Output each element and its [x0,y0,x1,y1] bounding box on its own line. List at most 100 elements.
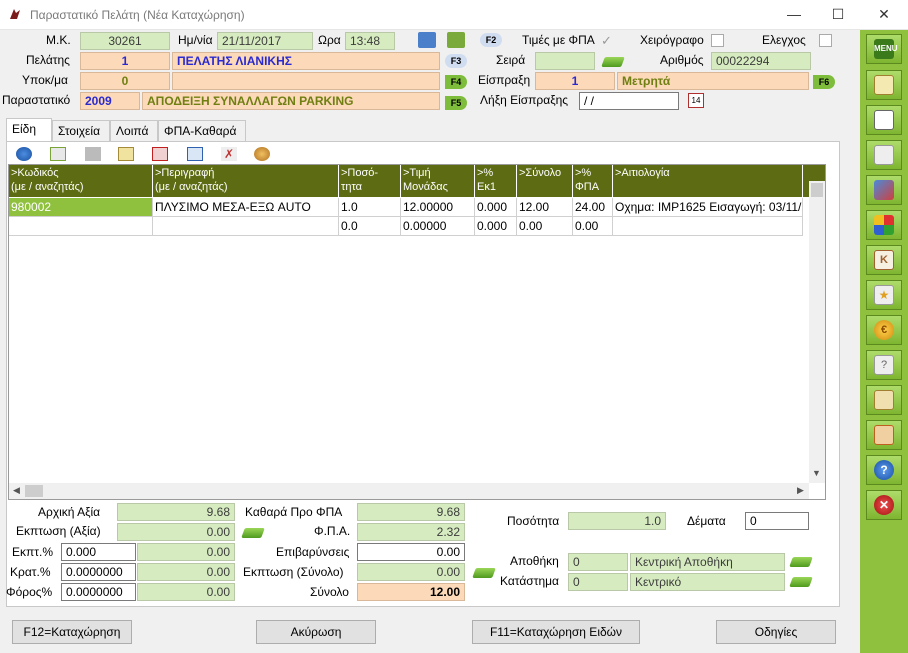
total-discount-field[interactable]: 0.00 [357,563,465,581]
scroll-left-icon[interactable]: ◀ [13,485,20,496]
calendar-icon[interactable]: 14 [688,93,704,108]
discount-lookup-icon[interactable] [241,528,265,538]
col-code[interactable]: >Κωδικός (με / αναζητάς) [9,165,153,197]
sidebar-help-button[interactable]: ? [866,455,902,485]
sidebar-info-button[interactable] [866,105,902,135]
packages-field[interactable]: 0 [745,512,809,530]
table-cell[interactable]: 0.000 [475,198,517,217]
tools-icon[interactable] [85,147,101,161]
tax-pct-field[interactable]: 0.0000000 [61,583,136,601]
cancel-button[interactable]: Ακύρωση [256,620,376,644]
table-cell[interactable] [9,217,153,236]
collection-name-field[interactable]: Μετρητά [617,72,809,90]
due-date-field[interactable]: / / [579,92,679,110]
sidebar-k-button[interactable]: K [866,245,902,275]
sidebar-apps-button[interactable] [866,210,902,240]
sidebar-config-button[interactable] [866,385,902,415]
f4-key-icon[interactable]: F4 [445,75,467,89]
series-field[interactable] [535,52,595,70]
withhold-pct-field[interactable]: 0.0000000 [61,563,136,581]
sidebar-close-button[interactable]: ✕ [866,490,902,520]
maximize-icon[interactable]: ☐ [830,6,846,22]
time-field[interactable]: 13:48 [345,32,395,50]
sidebar-doc-button[interactable] [866,140,902,170]
warehouse-code-field[interactable]: 0 [568,553,628,571]
save-button[interactable]: F12=Καταχώρηση [12,620,132,644]
document-name-field[interactable]: ΑΠΟΔΕΙΞΗ ΣΥΝΑΛΛΑΓΩΝ PARKING [142,92,440,110]
scroll-down-icon[interactable]: ▼ [812,468,821,478]
charges-field[interactable]: 0.00 [357,543,465,561]
branch-code-field[interactable]: 0 [80,72,170,90]
handwritten-checkbox[interactable] [711,34,724,47]
customer-code-field[interactable]: 1 [80,52,170,70]
vertical-scrollbar[interactable] [809,181,825,483]
branch-name-field[interactable] [172,72,440,90]
settings-icon[interactable] [254,147,270,161]
globe-icon[interactable] [16,147,32,161]
sidebar-star-button[interactable]: ★ [866,280,902,310]
save-row-icon[interactable] [187,147,203,161]
disc-pct-field[interactable]: 0.000 [61,543,136,561]
warehouse-name-field[interactable]: Κεντρική Αποθήκη [630,553,785,571]
col-vat[interactable]: >% ΦΠΑ [573,165,613,197]
horizontal-scrollbar[interactable]: ◀ ▶ [9,483,809,499]
table-cell[interactable]: 980002 [9,198,153,217]
table-cell[interactable]: 0.00 [573,217,613,236]
table-cell[interactable] [153,217,339,236]
table-cell[interactable]: 0.00 [517,217,573,236]
close-icon[interactable]: ✕ [876,6,892,22]
total-discount-lookup-icon[interactable] [472,568,496,578]
check-checkbox[interactable] [819,34,832,47]
discount-value-field[interactable]: 0.00 [117,523,235,541]
delete-row-icon[interactable] [152,147,168,161]
f3-key-icon[interactable]: F3 [445,54,467,68]
save-items-button[interactable]: F11=Καταχώρηση Ειδών [472,620,640,644]
tab-other[interactable]: Λοιπά [110,120,158,141]
mk-field[interactable]: 30261 [80,32,170,50]
col-disc1[interactable]: >% Εκ1 [475,165,517,197]
tab-vat-net[interactable]: ΦΠΑ-Καθαρά [158,120,246,141]
tab-items[interactable]: Είδη [6,118,52,142]
tab-details[interactable]: Στοιχεία [52,120,110,141]
document-code-field[interactable]: 2009 [80,92,140,110]
col-unit-price[interactable]: >Τιμή Μονάδας [401,165,475,197]
f2-key-icon[interactable]: F2 [480,33,502,47]
help-button[interactable]: Οδηγίες [716,620,836,644]
table-cell[interactable] [613,217,803,236]
f5-key-icon[interactable]: F5 [445,96,467,110]
table-cell[interactable]: 24.00 [573,198,613,217]
sidebar-config2-button[interactable] [866,420,902,450]
store-code-field[interactable]: 0 [568,573,628,591]
vertical-scroll-thumb[interactable] [811,183,823,197]
table-cell[interactable]: 0.0 [339,217,401,236]
collection-code-field[interactable]: 1 [535,72,615,90]
vat-prices-checkbox[interactable]: ✓ [601,33,612,49]
table-cell[interactable]: Οχημα: IMP1625 Εισαγωγή: 03/11/2 [613,198,803,217]
table-cell[interactable]: 0.000 [475,217,517,236]
sidebar-currency-button[interactable]: € [866,315,902,345]
warehouse-lookup-icon[interactable] [789,557,813,567]
table-cell[interactable]: 12.00000 [401,198,475,217]
col-quantity[interactable]: >Ποσό-τητα [339,165,401,197]
table-cell[interactable]: 1.0 [339,198,401,217]
horizontal-scroll-thumb[interactable] [25,485,43,497]
store-lookup-icon[interactable] [789,577,813,587]
clear-icon[interactable]: ✗ [221,147,237,161]
date-field[interactable]: 21/11/2017 [217,32,313,50]
col-reason[interactable]: >Αιτιολογία [613,165,803,197]
table-cell[interactable]: 12.00 [517,198,573,217]
sidebar-question-button[interactable]: ? [866,350,902,380]
sidebar-edit-button[interactable] [866,70,902,100]
f6-key-icon[interactable]: F6 [813,75,835,89]
series-lookup-icon[interactable] [601,57,625,67]
export-icon[interactable] [447,32,465,48]
minimize-icon[interactable]: — [786,6,802,22]
col-description[interactable]: >Περιγραφή (με / αναζητάς) [153,165,339,197]
col-total[interactable]: >Σύνολο [517,165,573,197]
sidebar-users-button[interactable] [866,175,902,205]
add-row-icon[interactable] [50,147,66,161]
store-name-field[interactable]: Κεντρικό [630,573,785,591]
table-cell[interactable]: ΠΛΥΣΙΜΟ ΜΕΣΑ-ΕΞΩ AUTO [153,198,339,217]
customer-name-field[interactable]: ΠΕΛΑΤΗΣ ΛΙΑΝΙΚΗΣ [172,52,440,70]
menu-button[interactable]: MENU [866,34,902,64]
